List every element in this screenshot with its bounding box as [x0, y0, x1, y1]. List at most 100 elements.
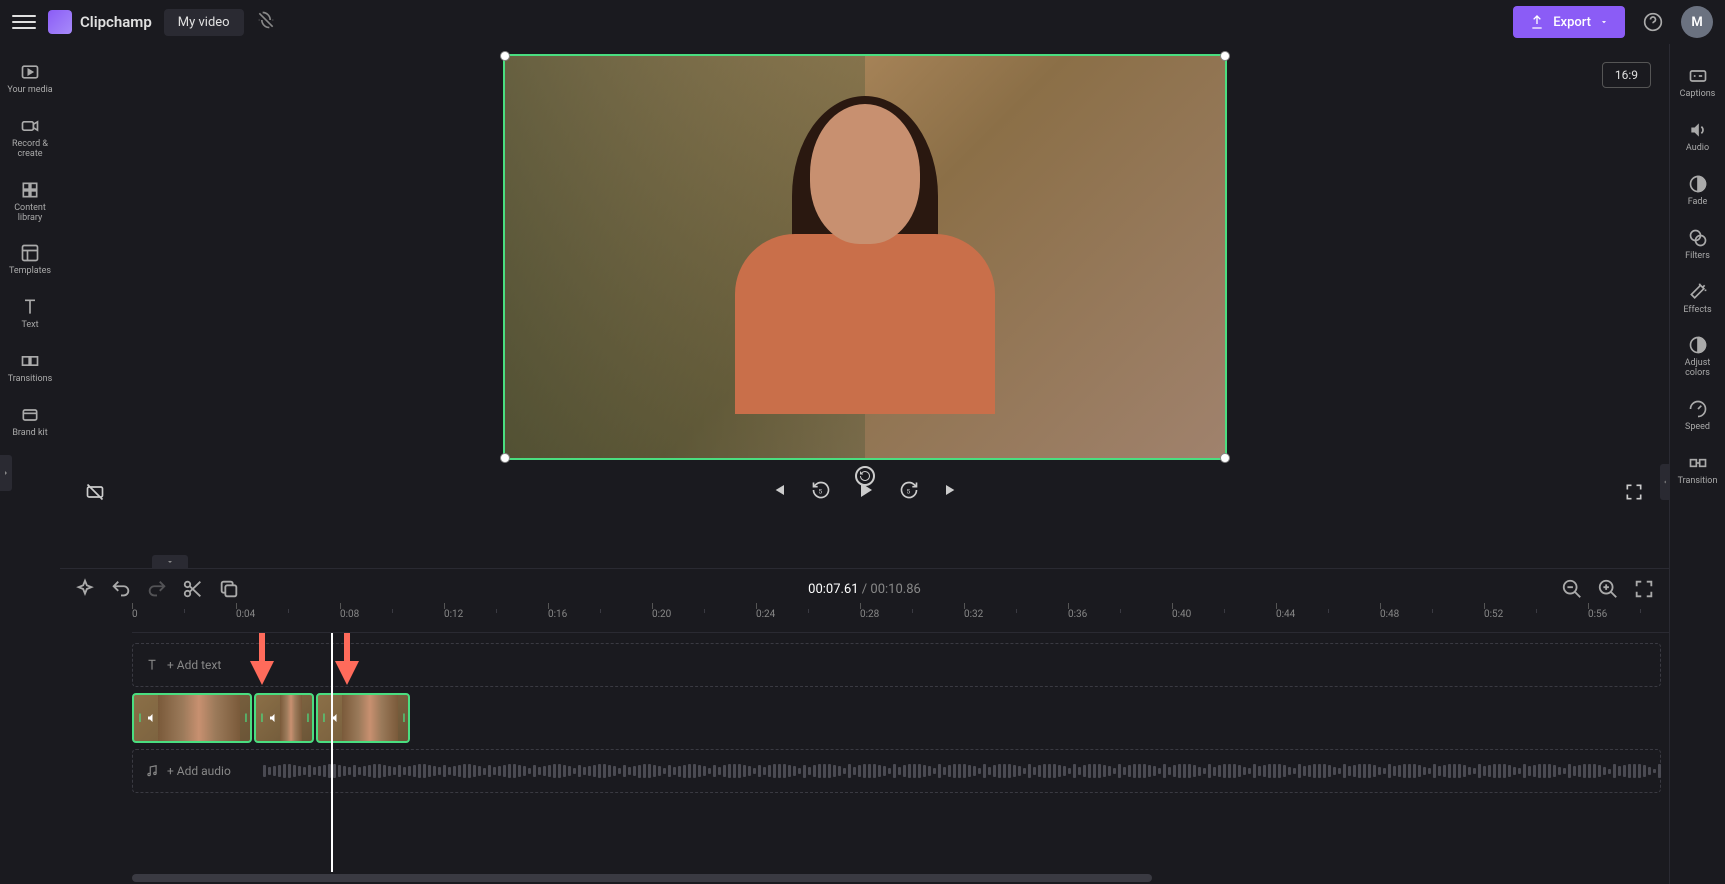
waveform	[263, 757, 1660, 785]
ai-tools-button[interactable]	[74, 578, 96, 600]
ruler-tick: 0:40	[1172, 609, 1191, 620]
clip-trim-right[interactable]	[240, 695, 250, 741]
video-track[interactable]	[132, 693, 1661, 743]
resize-handle-top-left[interactable]	[500, 51, 510, 61]
ruler-tick: 0:16	[548, 609, 567, 620]
export-button[interactable]: Export	[1513, 6, 1625, 38]
ruler-tick: 0:56	[1588, 609, 1607, 620]
redo-icon	[146, 578, 168, 600]
filters-icon	[1688, 228, 1708, 248]
right-item-transition[interactable]: Transition	[1670, 443, 1725, 497]
svg-text:5: 5	[818, 487, 822, 495]
right-item-filters[interactable]: Filters	[1670, 218, 1725, 272]
time-display: 00:07.61 / 00:10.86	[808, 582, 921, 597]
ruler-tick: 0:44	[1276, 609, 1295, 620]
clip-audio-icon	[268, 712, 280, 724]
chevron-down-icon	[1599, 17, 1609, 27]
caption-toggle-button[interactable]	[84, 481, 106, 503]
clip-trim-left[interactable]	[134, 695, 144, 741]
contrast-icon	[1688, 335, 1708, 355]
right-item-adjust-colors[interactable]: Adjust colors	[1670, 325, 1725, 389]
brand-kit-icon	[20, 405, 40, 425]
right-item-audio[interactable]: Audio	[1670, 110, 1725, 164]
text-icon	[145, 658, 159, 672]
music-note-icon	[145, 764, 159, 778]
user-avatar[interactable]: M	[1681, 6, 1713, 38]
undo-icon	[110, 578, 132, 600]
chevron-down-icon	[165, 558, 175, 566]
zoom-out-icon	[1561, 578, 1583, 600]
scrollbar-thumb[interactable]	[132, 874, 1152, 882]
right-item-effects[interactable]: Effects	[1670, 272, 1725, 326]
redo-button[interactable]	[146, 578, 168, 600]
ruler-tick: 0	[132, 609, 138, 620]
clip-trim-right[interactable]	[398, 695, 408, 741]
help-button[interactable]	[1637, 6, 1669, 38]
zoom-in-button[interactable]	[1597, 578, 1619, 600]
rewind-5s-button[interactable]: 5	[811, 480, 831, 504]
left-sidebar-collapse[interactable]	[0, 455, 12, 491]
ruler-tick: 0:12	[444, 609, 463, 620]
clip-thumbnail	[342, 695, 398, 741]
svg-text:5: 5	[906, 487, 910, 495]
timeline-scrollbar[interactable]	[132, 872, 1669, 884]
clip-thumbnail	[158, 695, 240, 741]
hamburger-menu[interactable]	[12, 10, 36, 34]
timeline-collapse-button[interactable]	[152, 555, 188, 569]
clip-trim-left[interactable]	[318, 695, 328, 741]
right-item-speed[interactable]: Speed	[1670, 389, 1725, 443]
right-item-captions[interactable]: Captions	[1670, 56, 1725, 110]
speaker-icon	[1688, 120, 1708, 140]
play-icon	[853, 478, 877, 502]
brand[interactable]: Clipchamp	[48, 10, 152, 34]
skip-back-button[interactable]	[769, 480, 789, 504]
sidebar-item-your-media[interactable]: Your media	[0, 52, 60, 106]
project-name-input[interactable]: My video	[164, 9, 244, 36]
skip-forward-button[interactable]	[941, 480, 961, 504]
timeline-ruler[interactable]: 00:040:080:120:160:200:240:280:320:360:4…	[132, 609, 1669, 633]
cc-icon	[1688, 66, 1708, 86]
add-text-label: + Add text	[167, 658, 221, 672]
sidebar-item-text[interactable]: Text	[0, 287, 60, 341]
brand-name: Clipchamp	[80, 13, 152, 31]
sidebar-item-content-library[interactable]: Content library	[0, 170, 60, 234]
audio-track-lane[interactable]: + Add audio	[132, 749, 1661, 793]
media-icon	[20, 62, 40, 82]
sidebar-item-brand-kit[interactable]: Brand kit	[0, 395, 60, 449]
sidebar-item-templates[interactable]: Templates	[0, 233, 60, 287]
ruler-tick: 0:04	[236, 609, 255, 620]
zoom-fit-icon	[1633, 578, 1655, 600]
ruler-tick: 0:32	[964, 609, 983, 620]
clip-trim-left[interactable]	[256, 695, 266, 741]
sparkle-icon	[74, 578, 96, 600]
clip-trim-right[interactable]	[302, 695, 312, 741]
copy-button[interactable]	[218, 578, 240, 600]
video-preview-canvas[interactable]	[503, 54, 1227, 460]
video-clip[interactable]	[254, 693, 314, 743]
text-icon	[20, 297, 40, 317]
fullscreen-button[interactable]	[1623, 481, 1645, 503]
right-sidebar-collapse[interactable]	[1660, 464, 1670, 500]
total-time: 00:10.86	[870, 582, 920, 597]
clipchamp-logo-icon	[48, 10, 72, 34]
fullscreen-icon	[1624, 482, 1644, 502]
undo-button[interactable]	[110, 578, 132, 600]
zoom-out-button[interactable]	[1561, 578, 1583, 600]
tracks-area[interactable]: + Add text + Add audio	[132, 633, 1669, 872]
zoom-in-icon	[1597, 578, 1619, 600]
right-item-fade[interactable]: Fade	[1670, 164, 1725, 218]
sidebar-item-record-create[interactable]: Record & create	[0, 106, 60, 170]
zoom-fit-button[interactable]	[1633, 578, 1655, 600]
aspect-ratio-selector[interactable]: 16:9	[1602, 62, 1651, 88]
split-button[interactable]	[182, 578, 204, 600]
play-button[interactable]	[853, 478, 877, 506]
sidebar-item-transitions[interactable]: Transitions	[0, 341, 60, 395]
video-clip[interactable]	[132, 693, 252, 743]
annotation-arrow-1	[242, 633, 282, 693]
fade-icon	[1688, 174, 1708, 194]
left-sidebar: Your media Record & create Content libra…	[0, 44, 60, 884]
forward-5s-button[interactable]: 5	[899, 480, 919, 504]
resize-handle-top-right[interactable]	[1220, 51, 1230, 61]
add-audio-label: + Add audio	[167, 764, 231, 778]
right-sidebar: Captions Audio Fade Filters Effects Adju…	[1669, 44, 1725, 884]
